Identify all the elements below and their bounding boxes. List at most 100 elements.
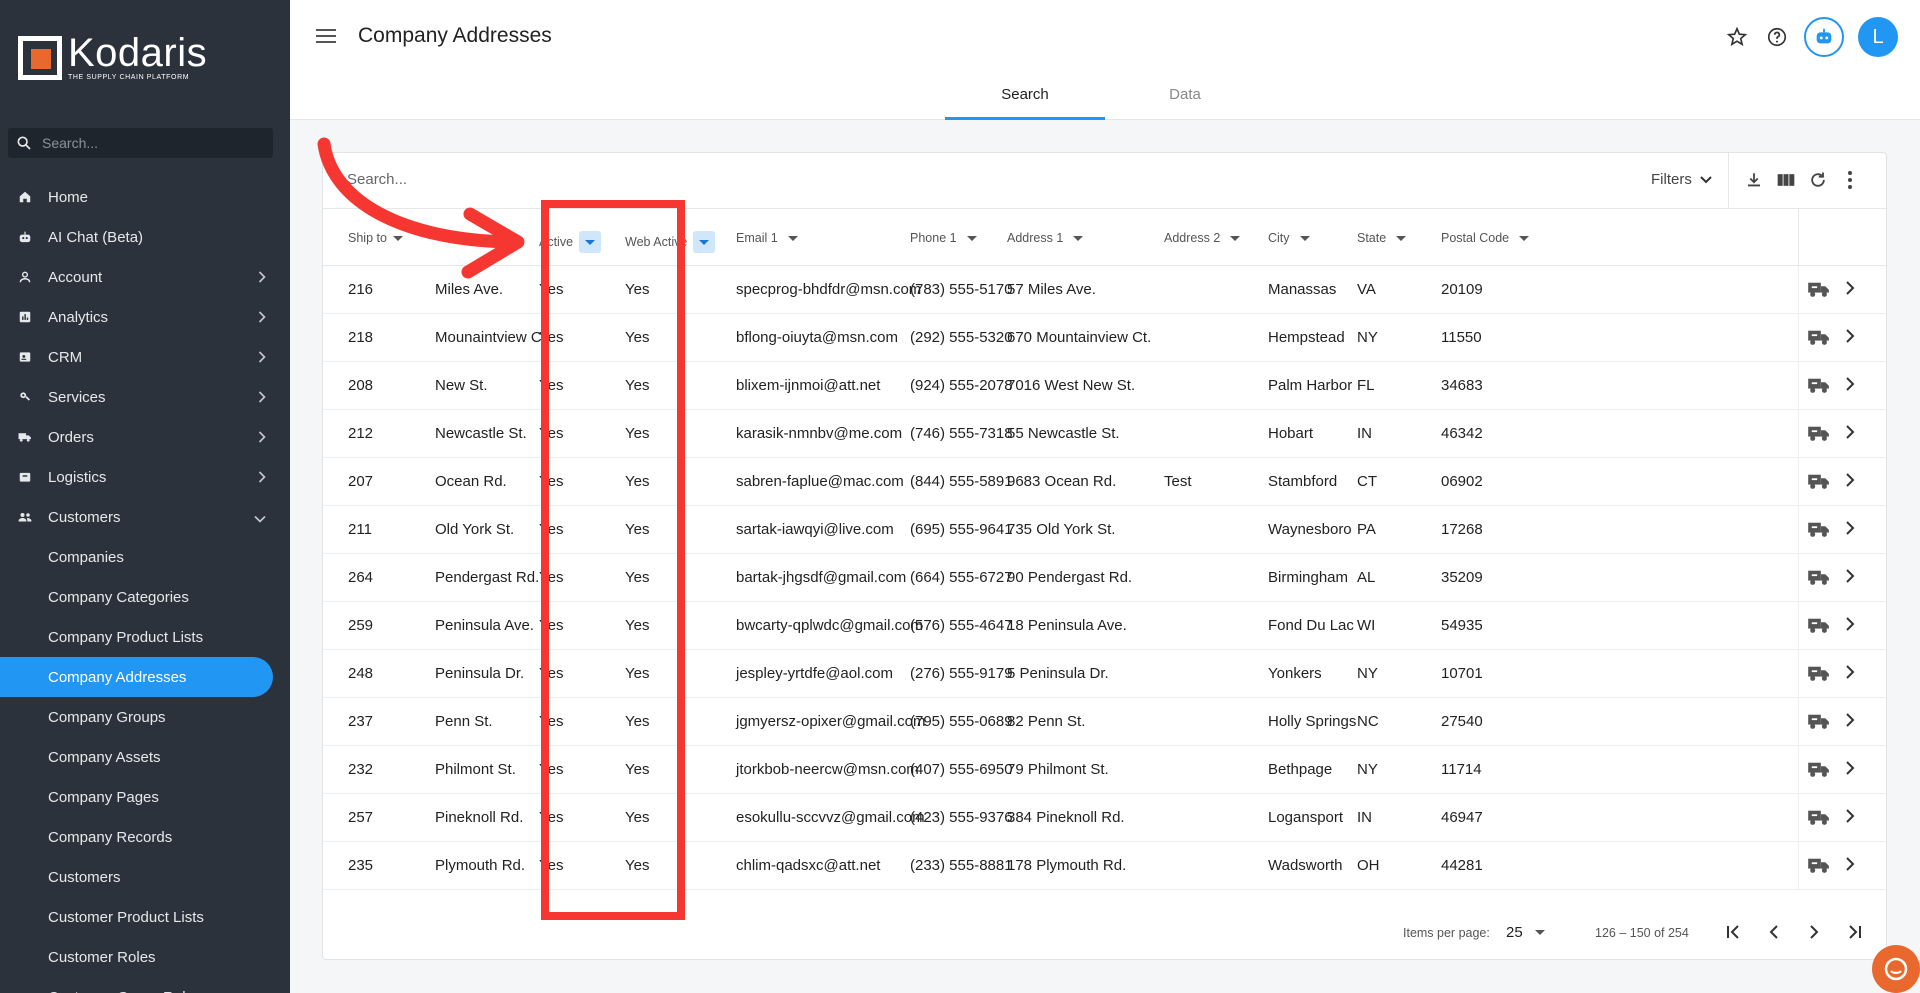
chevron-down-icon bbox=[254, 510, 266, 527]
column-header-address1[interactable]: Address 1 bbox=[1007, 231, 1084, 245]
column-header-label: State bbox=[1357, 231, 1387, 245]
sidebar-item-analytics[interactable]: Analytics bbox=[0, 297, 290, 337]
shipping-truck-icon[interactable] bbox=[1807, 568, 1831, 590]
shipping-truck-icon[interactable] bbox=[1807, 472, 1831, 494]
column-header-city[interactable]: City bbox=[1268, 231, 1310, 245]
favorite-star-icon[interactable] bbox=[1724, 24, 1750, 50]
chevron-right-icon[interactable] bbox=[1845, 329, 1855, 347]
chevron-right-icon[interactable] bbox=[1845, 665, 1855, 683]
sidebar-item-home[interactable]: Home bbox=[0, 177, 290, 217]
tab-search[interactable]: Search bbox=[945, 76, 1105, 120]
dropdown-caret-icon bbox=[1519, 235, 1530, 241]
sidebar-item-ai-chat-beta[interactable]: AI Chat (Beta) bbox=[0, 217, 290, 257]
column-header-phone1[interactable]: Phone 1 bbox=[910, 231, 977, 245]
chat-support-button[interactable] bbox=[1872, 945, 1920, 993]
columns-icon[interactable] bbox=[1775, 169, 1797, 191]
sidebar-item-crm[interactable]: CRM bbox=[0, 337, 290, 377]
sidebar-subitem-companies[interactable]: Companies bbox=[0, 537, 290, 577]
sidebar-subitem-customer-group-roles[interactable]: Customer Group Roles bbox=[0, 977, 290, 993]
shipping-truck-icon[interactable] bbox=[1807, 856, 1831, 878]
shipping-truck-icon[interactable] bbox=[1807, 760, 1831, 782]
sidebar-item-orders[interactable]: Orders bbox=[0, 417, 290, 457]
cell-name: Peninsula Ave. bbox=[435, 617, 534, 634]
chevron-right-icon[interactable] bbox=[1845, 281, 1855, 299]
column-header-email1[interactable]: Email 1 bbox=[736, 231, 798, 245]
column-header-state[interactable]: State bbox=[1357, 231, 1407, 245]
first-page-icon[interactable] bbox=[1723, 921, 1745, 943]
hamburger-menu-icon[interactable] bbox=[316, 28, 336, 49]
items-per-page-value: 25 bbox=[1506, 924, 1523, 941]
sidebar-item-logistics[interactable]: Logistics bbox=[0, 457, 290, 497]
column-header-address2[interactable]: Address 2 bbox=[1164, 231, 1241, 245]
sidebar-item-services[interactable]: Services bbox=[0, 377, 290, 417]
items-per-page-select[interactable]: 25 bbox=[1506, 924, 1545, 941]
kodaris-logo[interactable]: Kodaris THE SUPPLY CHAIN PLATFORM bbox=[18, 33, 207, 81]
annotation-highlight-box bbox=[541, 200, 685, 920]
sidebar-item-account[interactable]: Account bbox=[0, 257, 290, 297]
shipping-truck-icon[interactable] bbox=[1807, 664, 1831, 686]
download-icon[interactable] bbox=[1743, 169, 1765, 191]
chevron-right-icon[interactable] bbox=[1845, 713, 1855, 731]
shipping-truck-icon[interactable] bbox=[1807, 616, 1831, 638]
sidebar-subitem-company-records[interactable]: Company Records bbox=[0, 817, 290, 857]
filters-button[interactable]: Filters bbox=[1651, 171, 1712, 188]
robot-icon bbox=[18, 230, 32, 244]
cell-address1: 55 Newcastle St. bbox=[1007, 425, 1120, 442]
cell-name: Peninsula Dr. bbox=[435, 665, 525, 682]
cell-city: Hobart bbox=[1268, 425, 1314, 442]
sidebar-subitem-customer-roles[interactable]: Customer Roles bbox=[0, 937, 290, 977]
sidebar-subitem-company-categories[interactable]: Company Categories bbox=[0, 577, 290, 617]
sidebar-search-input[interactable] bbox=[42, 135, 252, 151]
sidebar-search[interactable] bbox=[8, 128, 273, 158]
more-vertical-icon[interactable] bbox=[1839, 169, 1861, 191]
chevron-right-icon[interactable] bbox=[1845, 569, 1855, 587]
shipping-truck-icon[interactable] bbox=[1807, 376, 1831, 398]
shipping-truck-icon[interactable] bbox=[1807, 280, 1831, 302]
cell-phone1: (423) 555-9376 bbox=[910, 809, 1013, 826]
row-divider bbox=[1798, 506, 1799, 554]
sidebar-subitem-customers[interactable]: Customers bbox=[0, 857, 290, 897]
chevron-right-icon[interactable] bbox=[1845, 473, 1855, 491]
chat-bubble-icon bbox=[1884, 957, 1908, 981]
column-header-postal[interactable]: Postal Code bbox=[1441, 231, 1530, 245]
sidebar-subitem-company-groups[interactable]: Company Groups bbox=[0, 697, 290, 737]
cell-phone1: (292) 555-5320 bbox=[910, 329, 1013, 346]
cell-email1: blixem-ijnmoi@att.net bbox=[736, 377, 881, 394]
cell-ship-to: 237 bbox=[348, 713, 374, 730]
shipping-truck-icon[interactable] bbox=[1807, 328, 1831, 350]
chevron-right-icon[interactable] bbox=[1845, 377, 1855, 395]
sidebar-subitem-company-assets[interactable]: Company Assets bbox=[0, 737, 290, 777]
sidebar-subitem-company-pages[interactable]: Company Pages bbox=[0, 777, 290, 817]
sidebar-item-customers[interactable]: Customers bbox=[0, 497, 290, 537]
shipping-truck-icon[interactable] bbox=[1807, 520, 1831, 542]
active-filter-icon[interactable] bbox=[693, 231, 716, 253]
sidebar-subitem-company-addresses[interactable]: Company Addresses bbox=[0, 657, 273, 697]
tab-data[interactable]: Data bbox=[1105, 76, 1265, 120]
previous-page-icon[interactable] bbox=[1763, 921, 1785, 943]
chevron-right-icon[interactable] bbox=[1845, 425, 1855, 443]
user-avatar[interactable]: L bbox=[1858, 17, 1898, 57]
cell-name: Ocean Rd. bbox=[435, 473, 507, 490]
ai-assistant-button[interactable] bbox=[1804, 17, 1844, 57]
shipping-truck-icon[interactable] bbox=[1807, 424, 1831, 446]
cell-postal: 11714 bbox=[1441, 761, 1482, 778]
chevron-right-icon bbox=[258, 270, 266, 287]
sidebar-subitem-customer-product-lists[interactable]: Customer Product Lists bbox=[0, 897, 290, 937]
chevron-right-icon[interactable] bbox=[1845, 809, 1855, 827]
last-page-icon[interactable] bbox=[1843, 921, 1865, 943]
dropdown-caret-icon bbox=[1534, 930, 1545, 935]
shipping-truck-icon[interactable] bbox=[1807, 808, 1831, 830]
shipping-truck-icon[interactable] bbox=[1807, 712, 1831, 734]
view-tabs: Search Data bbox=[945, 76, 1265, 120]
next-page-icon[interactable] bbox=[1803, 921, 1825, 943]
help-icon[interactable] bbox=[1764, 24, 1790, 50]
chevron-right-icon[interactable] bbox=[1845, 617, 1855, 635]
cell-ship-to: 232 bbox=[348, 761, 374, 778]
sidebar-subitem-company-product-lists[interactable]: Company Product Lists bbox=[0, 617, 290, 657]
cell-name: Old York St. bbox=[435, 521, 515, 538]
chevron-right-icon[interactable] bbox=[1845, 761, 1855, 779]
refresh-icon[interactable] bbox=[1807, 169, 1829, 191]
cell-state: NY bbox=[1357, 665, 1378, 682]
chevron-right-icon[interactable] bbox=[1845, 521, 1855, 539]
chevron-right-icon[interactable] bbox=[1845, 857, 1855, 875]
